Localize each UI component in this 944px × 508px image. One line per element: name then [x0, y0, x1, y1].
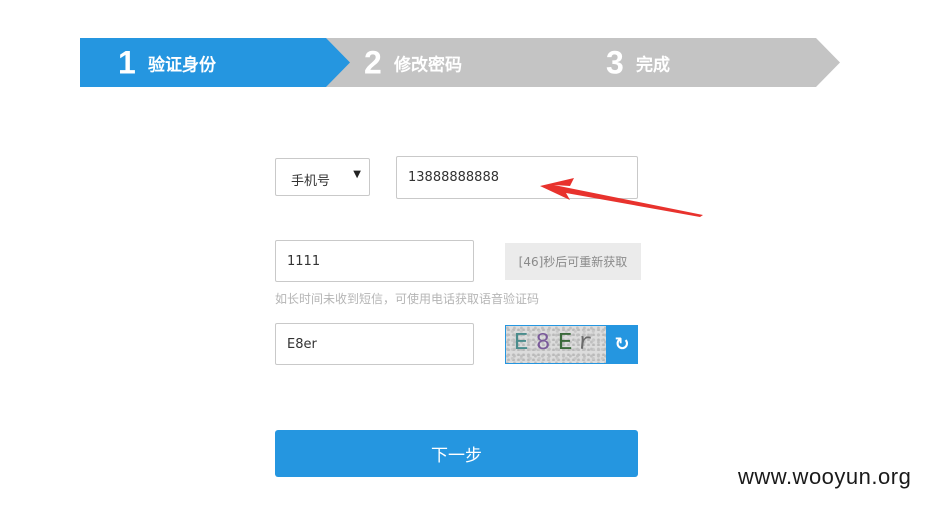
- captcha-char: 8: [535, 329, 552, 358]
- step-label: 完成: [636, 55, 670, 75]
- step-complete: 3 完成: [572, 38, 840, 87]
- refresh-captcha-button[interactable]: ↻: [606, 325, 638, 364]
- captcha-image[interactable]: E 8 E r: [505, 325, 606, 364]
- captcha-char: r: [576, 329, 594, 358]
- step-label: 验证身份: [148, 55, 216, 75]
- resend-code-button[interactable]: [46]秒后可重新获取: [505, 243, 641, 280]
- sms-code-value: 1111: [287, 254, 321, 269]
- refresh-icon: ↻: [614, 334, 630, 355]
- sms-code-input[interactable]: 1111: [275, 240, 474, 282]
- step-number: 1: [118, 44, 136, 80]
- step-number: 3: [606, 44, 624, 80]
- step-indicator: 1 验证身份 2 修改密码 3 完成: [80, 38, 840, 87]
- captcha-char: E: [558, 330, 573, 357]
- step-verify-identity: 1 验证身份: [80, 38, 352, 87]
- next-step-button[interactable]: 下一步: [275, 430, 638, 477]
- annotation-arrow-icon: [540, 178, 703, 217]
- voice-code-hint: 如长时间未收到短信，可使用电话获取语音验证码: [275, 292, 540, 306]
- phone-input-value: 13888888888: [408, 170, 499, 185]
- watermark: www.wooyun.org: [738, 464, 912, 489]
- captcha-input[interactable]: E8er: [275, 323, 474, 365]
- step-label: 修改密码: [394, 55, 462, 75]
- caret-down-icon: ▼: [353, 169, 361, 180]
- account-type-value: 手机号: [291, 174, 331, 189]
- step-change-password: 2 修改密码: [326, 38, 598, 87]
- account-type-select[interactable]: 手机号 ▼: [275, 158, 370, 196]
- step-number: 2: [364, 44, 382, 80]
- captcha-input-value: E8er: [287, 337, 317, 352]
- captcha-char: E: [514, 330, 529, 357]
